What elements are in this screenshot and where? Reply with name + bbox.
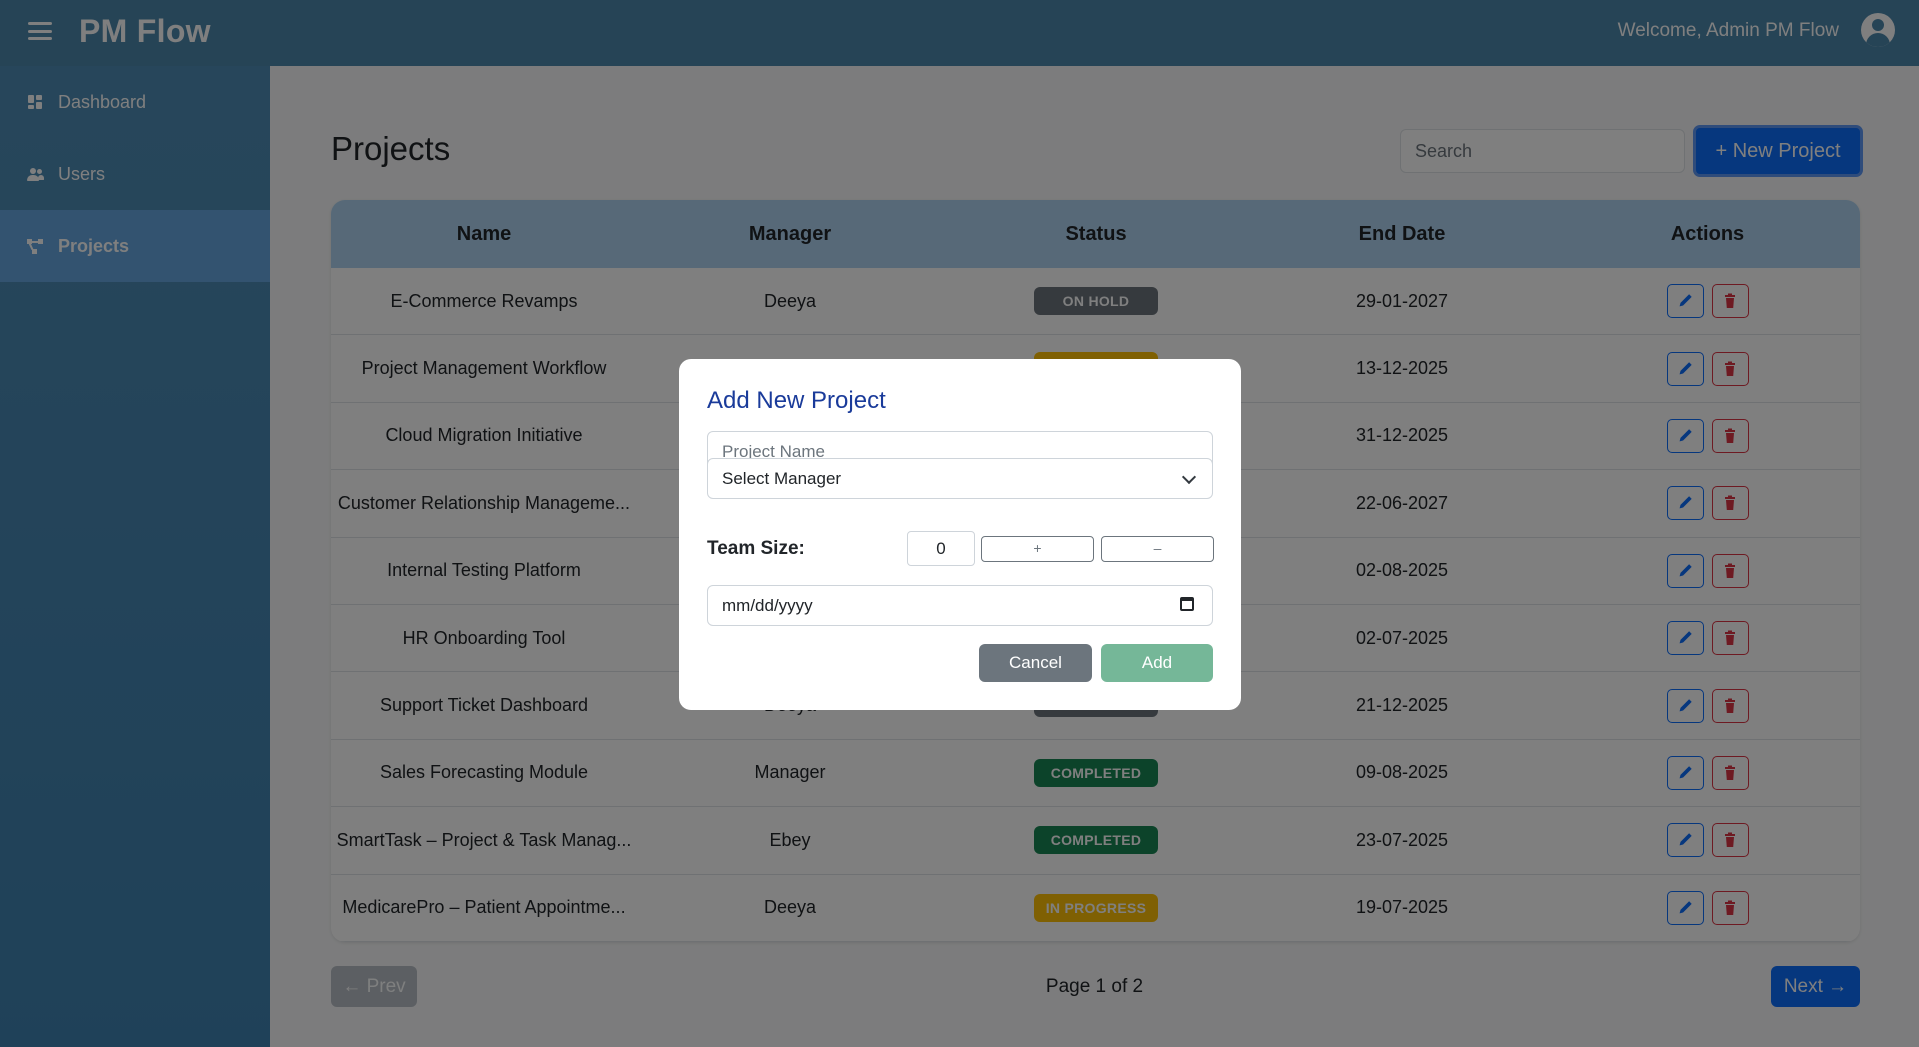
date-placeholder: mm/dd/yyyy xyxy=(722,595,813,615)
team-size-label: Team Size: xyxy=(707,538,805,559)
chevron-down-icon xyxy=(1181,469,1197,485)
add-button[interactable]: Add xyxy=(1101,644,1213,682)
decrement-button[interactable]: – xyxy=(1101,536,1214,562)
modal-title: Add New Project xyxy=(707,387,886,414)
add-project-modal: Add New Project Select Manager Team Size… xyxy=(679,359,1241,710)
manager-select-value: Select Manager xyxy=(722,468,842,488)
team-size-input[interactable]: 0 xyxy=(907,531,975,566)
calendar-icon[interactable] xyxy=(1180,597,1194,611)
increment-button[interactable]: + xyxy=(981,536,1094,562)
cancel-button[interactable]: Cancel xyxy=(979,644,1092,682)
end-date-input[interactable]: mm/dd/yyyy xyxy=(707,585,1213,626)
manager-select[interactable]: Select Manager xyxy=(707,458,1213,499)
